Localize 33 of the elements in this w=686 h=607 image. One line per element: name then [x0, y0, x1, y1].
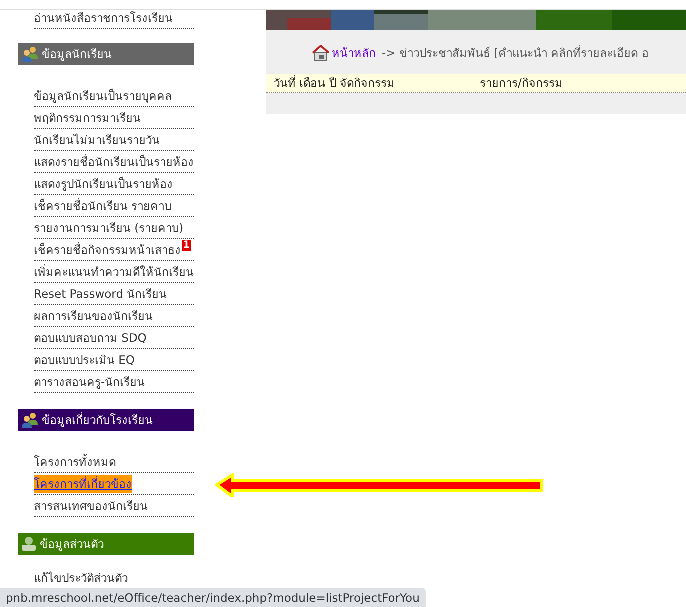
users-icon — [21, 46, 39, 62]
person-icon — [21, 536, 37, 552]
menu-link[interactable]: เช็ครายชื่อนักเรียน รายคาบ — [34, 196, 172, 214]
menu-link[interactable]: ข้อมูลนักเรียนเป็นรายบุคคล — [34, 86, 172, 104]
menu-link[interactable]: Reset Password นักเรียน — [34, 284, 168, 302]
column-header: วันที่ เดือน ปี จัดกิจกรรม — [274, 74, 396, 92]
home-link[interactable]: หน้าหลัก — [332, 44, 376, 62]
menu-link[interactable]: นักเรียนไม่มาเรียนรายวัน — [34, 130, 160, 148]
home-icon — [312, 44, 330, 62]
menu-link[interactable]: อ่านหนังสือราชการโรงเรียน — [34, 8, 173, 26]
breadcrumb-path: -> ข่าวประชาสัมพันธ์ [คำแนะนำ คลิกที่รายละเอียด อ — [382, 44, 649, 62]
menu-link[interactable]: เช็ครายชื่อกิจกรรมหน้าเสาธง — [34, 240, 181, 258]
menu-link[interactable]: ตอบแบบประเมิน EQ — [34, 350, 135, 368]
menu-link[interactable]: สารสนเทศของนักเรียน — [34, 496, 148, 514]
arrow-icon — [215, 473, 545, 497]
section-title: ข้อมูลส่วนตัว — [40, 536, 104, 553]
menu-link[interactable]: โครงการทั้งหมด — [34, 452, 116, 470]
menu-link[interactable]: แสดงรายชื่อนักเรียนเป็นรายห้อง — [34, 152, 194, 170]
menu-link[interactable]: ตอบแบบสอบถาม SDQ — [34, 328, 147, 346]
menu-link[interactable]: แก้ไขประวัติส่วนตัว — [34, 568, 128, 586]
menu-link[interactable]: แสดงรูปนักเรียนเป็นรายห้อง — [34, 174, 173, 192]
section-title: ข้อมูลเกี่ยวกับโรงเรียน — [42, 411, 153, 429]
menu-link[interactable]: โครงการที่เกี่ยวข้อง — [34, 474, 132, 492]
section-title: ข้อมูลนักเรียน — [42, 46, 112, 63]
status-bar: pnb.mreschool.net/eOffice/teacher/index.php?module=listProjectForYou — [0, 588, 426, 607]
menu-link[interactable]: ตารางสอนครู-นักเรียน — [34, 372, 146, 390]
users-icon — [21, 412, 39, 428]
menu-link[interactable]: รายงานการมาเรียน (รายคาบ) — [34, 218, 184, 236]
menu-link[interactable]: พฤติกรรมการมาเรียน — [34, 108, 141, 126]
menu-link[interactable]: เพิ่มคะแนนทำความดีให้นักเรียน — [34, 262, 194, 280]
column-header: รายการ/กิจกรรม — [480, 75, 564, 92]
menu-link[interactable]: ผลการเรียนของนักเรียน — [34, 306, 153, 324]
count-badge: 1 — [182, 240, 191, 251]
